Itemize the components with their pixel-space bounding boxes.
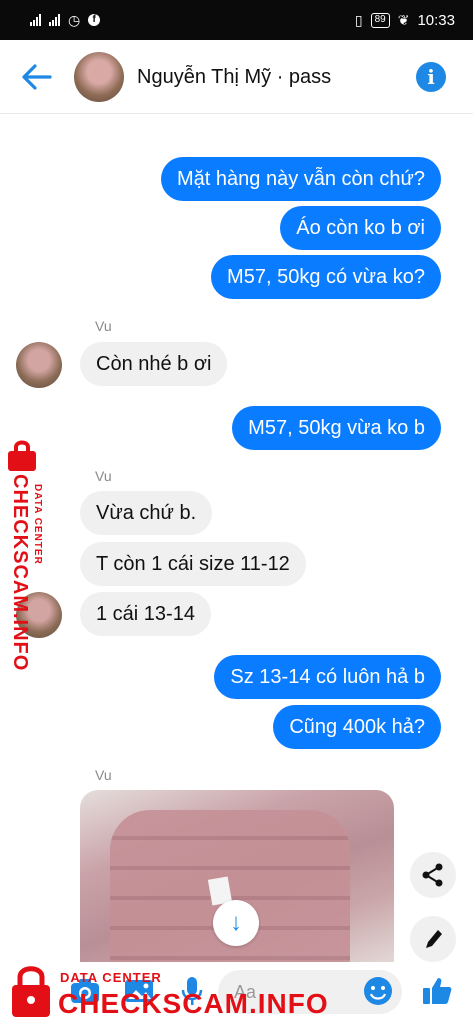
chat-thread: Mặt hàng này vẫn còn chứ? Áo còn ko b ơi…: [0, 114, 473, 962]
watermark-title: CHECKSCAM.INFO: [58, 988, 329, 1019]
message-bubble-outgoing[interactable]: Mặt hàng này vẫn còn chứ?: [161, 157, 441, 201]
alarm-icon: ◷: [68, 11, 81, 28]
sender-name: Vu: [95, 767, 112, 783]
message-bubble-outgoing[interactable]: Áo còn ko b ơi: [280, 206, 441, 250]
sender-name: Vu: [95, 318, 112, 334]
message-bubble-outgoing[interactable]: Sz 13-14 có luôn hả b: [214, 655, 441, 699]
message-bubble-outgoing[interactable]: M57, 50kg có vừa ko?: [211, 255, 441, 299]
message-bubble-outgoing[interactable]: Cũng 400k hả?: [273, 705, 441, 749]
sender-avatar[interactable]: [16, 342, 62, 388]
message-bubble-incoming[interactable]: T còn 1 cái size 11-12: [80, 542, 306, 586]
download-icon[interactable]: ↓: [213, 900, 259, 946]
leaf-icon: ❦: [397, 11, 410, 28]
message-bubble-incoming[interactable]: Còn nhé b ơi: [80, 342, 228, 386]
contact-avatar[interactable]: [74, 52, 124, 102]
message-bubble-incoming[interactable]: 1 cái 13-14: [80, 592, 211, 636]
signal-icon-2: [49, 14, 60, 26]
message-bubble-outgoing[interactable]: M57, 50kg vừa ko b: [232, 406, 441, 450]
sender-name: Vu: [95, 468, 112, 484]
photo-attachment[interactable]: ↓: [80, 790, 394, 962]
status-left: ◷ f: [30, 11, 101, 29]
watermark-subtitle: DATA CENTER: [32, 484, 43, 565]
watermark-side: CHECKSCAM.INFO DATA CENTER: [0, 436, 54, 671]
status-bar: ◷ f ▯ 89 ❦ 10:33: [0, 0, 473, 40]
clock: 10:33: [417, 11, 455, 29]
watermark-subtitle: DATA CENTER: [60, 970, 162, 985]
contact-name[interactable]: Nguyễn Thị Mỹ · pass: [137, 66, 331, 89]
back-arrow-icon[interactable]: [20, 62, 54, 92]
like-icon[interactable]: [420, 974, 454, 1008]
signal-icon: [30, 14, 41, 26]
message-bubble-incoming[interactable]: Vừa chứ b.: [80, 491, 213, 535]
emoji-icon[interactable]: [361, 974, 395, 1008]
lock-icon: [8, 440, 36, 471]
share-button[interactable]: [410, 852, 456, 898]
chat-header: Nguyễn Thị Mỹ · pass i: [0, 40, 473, 114]
watermark-bottom: DATA CENTER CHECKSCAM.INFO: [0, 960, 328, 1024]
facebook-icon: f: [88, 14, 101, 26]
vibrate-icon: ▯: [354, 11, 363, 28]
battery-indicator: 89: [370, 12, 390, 28]
lock-icon: [12, 966, 50, 1017]
info-icon[interactable]: i: [416, 62, 446, 92]
watermark-title: CHECKSCAM.INFO: [9, 474, 31, 672]
share-icon: [422, 863, 443, 887]
edit-button[interactable]: [410, 916, 456, 962]
status-right: ▯ 89 ❦ 10:33: [355, 12, 455, 29]
edit-icon: [426, 930, 442, 948]
